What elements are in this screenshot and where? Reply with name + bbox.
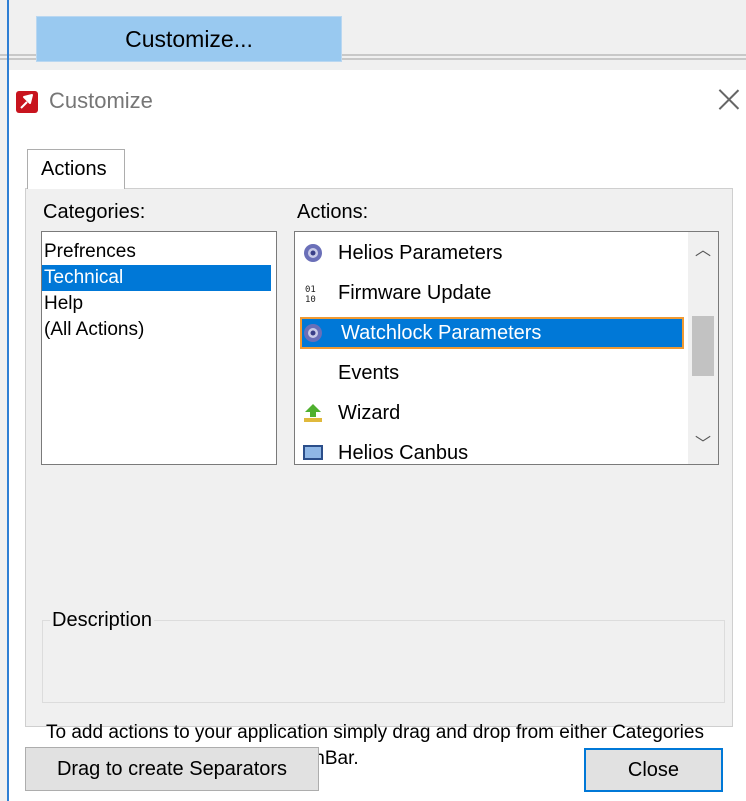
list-item[interactable]: Wizard (300, 397, 684, 429)
description-box (42, 620, 725, 703)
binary-icon: 01 10 (305, 285, 316, 304)
list-item-selected[interactable]: Watchlock Parameters (300, 317, 684, 349)
description-label: Description (50, 609, 155, 632)
app-logo-icon (16, 91, 38, 113)
actions-scrollbar[interactable]: ︿ ﹀ (688, 232, 718, 464)
categories-label: Categories: (43, 201, 146, 223)
scrollbar-thumb[interactable] (692, 316, 714, 376)
close-button[interactable]: Close (584, 748, 723, 792)
drag-separators-button[interactable]: Drag to create Separators (25, 747, 319, 791)
gear-icon (304, 324, 322, 342)
close-icon[interactable] (714, 84, 744, 114)
customize-menu-button[interactable]: Customize... (36, 16, 342, 62)
list-item[interactable]: Helios Parameters (300, 237, 684, 269)
wizard-arrow-icon (304, 404, 322, 422)
tab-actions[interactable]: Actions (27, 149, 125, 189)
list-item[interactable]: Help (42, 291, 271, 317)
svg-text:01: 01 (305, 285, 316, 295)
list-item[interactable]: Events (300, 357, 684, 389)
toolbar-strip: Customize... (0, 0, 746, 70)
tab-panel-actions: Categories: Actions: Prefrences Technica… (25, 188, 733, 769)
dialog-titlebar[interactable]: Customize (9, 70, 746, 134)
chevron-up-icon[interactable]: ︿ (688, 236, 718, 266)
chevron-down-icon[interactable]: ﹀ (688, 430, 718, 460)
list-item[interactable]: Technical (42, 265, 271, 291)
customize-dialog: Customize Actions Categories: Actions: P… (9, 70, 746, 801)
dialog-title: Customize (49, 88, 153, 113)
list-item[interactable]: (All Actions) (42, 317, 271, 343)
list-item[interactable]: 01 10 Firmware Update (300, 277, 684, 309)
actions-list[interactable]: Helios Parameters 01 10 Firmware Update … (294, 231, 719, 465)
actions-label: Actions: (297, 201, 369, 223)
monitor-icon (303, 445, 323, 460)
categories-list[interactable]: Prefrences Technical Help (All Actions) (41, 231, 277, 465)
list-item[interactable]: Helios Canbus (300, 437, 684, 464)
svg-text:10: 10 (305, 295, 316, 304)
list-item[interactable]: Prefrences (42, 239, 271, 265)
gear-icon (304, 244, 322, 262)
